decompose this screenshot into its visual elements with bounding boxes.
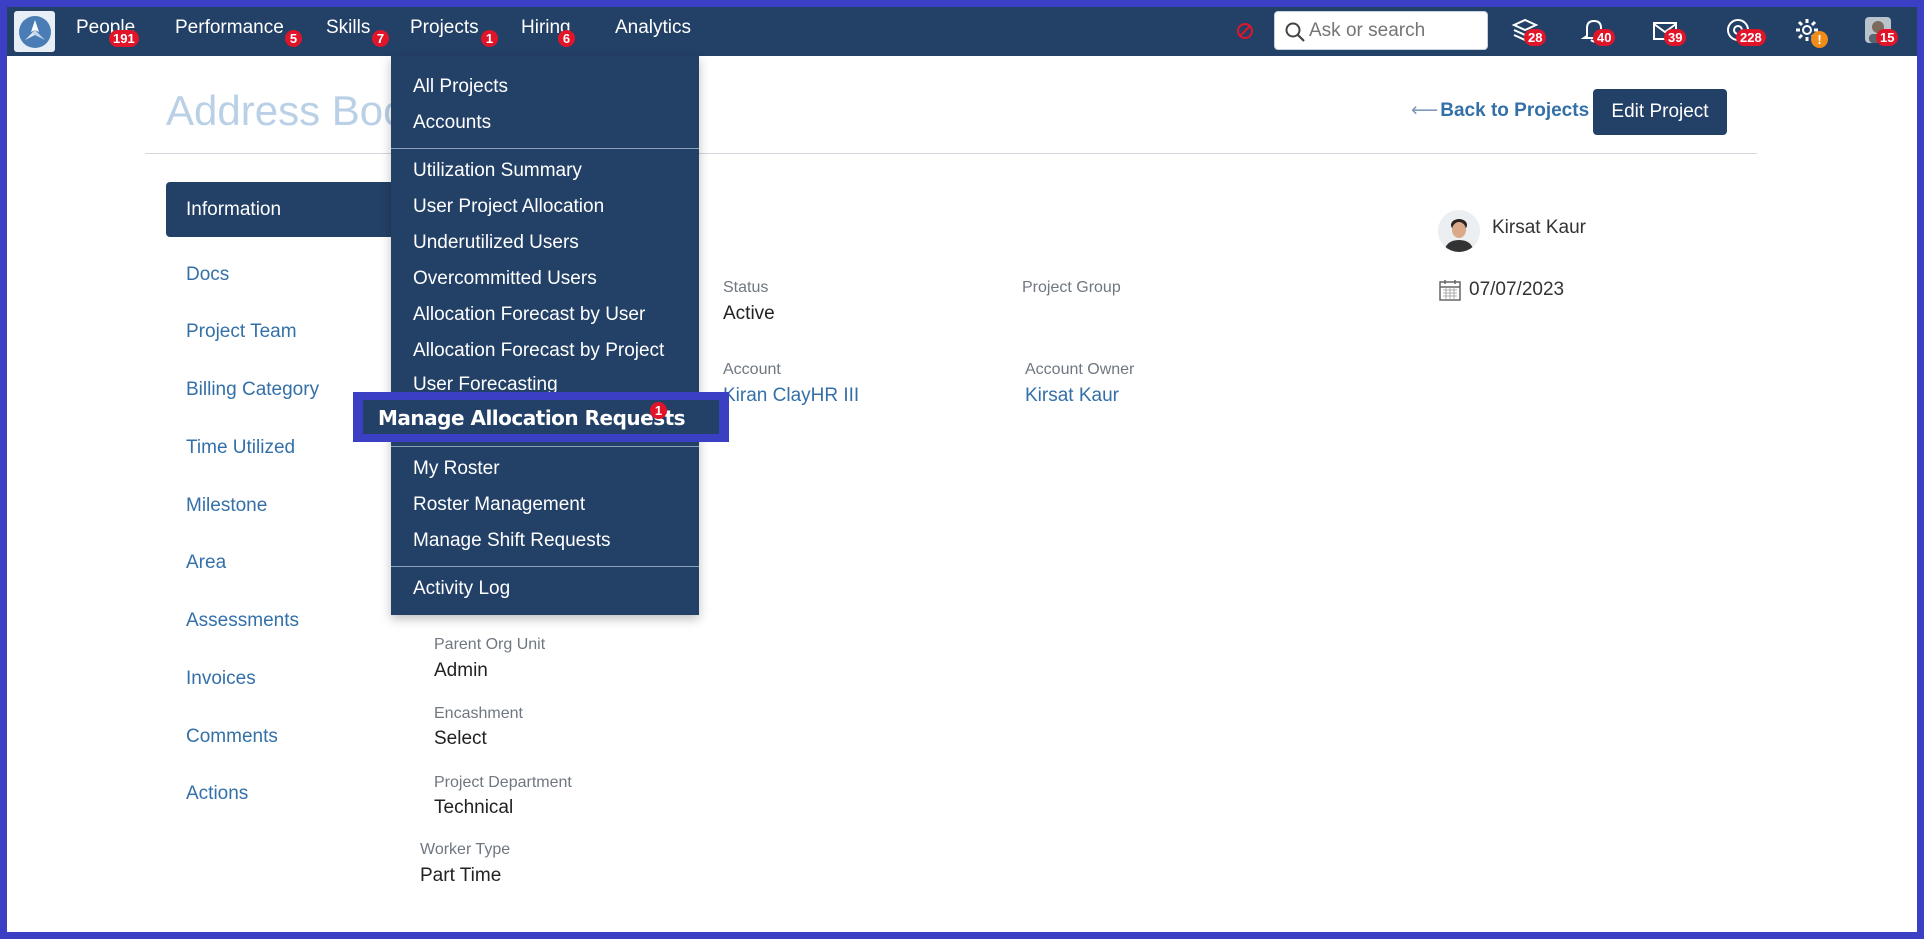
support-badge: 228: [1736, 29, 1766, 46]
menu-item-my-roster[interactable]: My Roster: [413, 458, 500, 480]
sidebar-item-docs[interactable]: Docs: [186, 264, 229, 286]
avatar-badge: 15: [1876, 29, 1899, 46]
nav-hiring-badge: 6: [558, 30, 575, 47]
menu-item-manage-shift-requests[interactable]: Manage Shift Requests: [413, 530, 611, 552]
owner-name: Kirsat Kaur: [1492, 217, 1586, 238]
menu-divider: [391, 446, 699, 447]
search-input[interactable]: [1309, 18, 1479, 44]
sidebar-item-project-team[interactable]: Project Team: [186, 321, 297, 343]
owner-avatar: [1438, 210, 1480, 252]
menu-item-overcommitted-users[interactable]: Overcommitted Users: [413, 268, 597, 290]
edit-project-button[interactable]: Edit Project: [1593, 89, 1727, 135]
encashment-label: Encashment: [434, 705, 523, 722]
page-title: Address Book: [166, 87, 428, 134]
nav-skills-label: Skills: [326, 17, 371, 38]
nav-people[interactable]: People 191: [76, 7, 139, 56]
logo-icon: [18, 15, 51, 48]
account-owner-label: Account Owner: [1025, 361, 1135, 378]
nav-analytics-label: Analytics: [615, 17, 692, 38]
settings-warning-badge: !: [1811, 31, 1828, 48]
no-entry-icon[interactable]: [1233, 19, 1257, 43]
manage-allocation-requests-label: Manage Allocation Requests: [378, 406, 686, 430]
sidebar-item-time-utilized[interactable]: Time Utilized: [186, 437, 295, 459]
app-logo[interactable]: [14, 11, 55, 52]
sidebar-item-milestone[interactable]: Milestone: [186, 495, 267, 517]
sidebar-item-actions[interactable]: Actions: [186, 783, 248, 805]
nav-hiring[interactable]: Hiring 6: [521, 7, 575, 56]
account-owner-link[interactable]: Kirsat Kaur: [1025, 385, 1119, 407]
nav-projects-badge: 1: [481, 30, 498, 47]
app-window: People 191 Performance 5 Skills 7 Projec…: [7, 7, 1917, 932]
search-icon: [1285, 22, 1305, 42]
projects-dropdown-menu: All Projects Accounts Utilization Summar…: [391, 56, 699, 615]
status-value: Active: [723, 303, 775, 324]
nav-projects-label: Projects: [410, 17, 479, 38]
menu-item-underutilized-users[interactable]: Underutilized Users: [413, 232, 579, 254]
stack-button[interactable]: 28: [1510, 15, 1547, 46]
back-to-projects-link[interactable]: ⟵ Back to Projects: [1411, 99, 1589, 122]
account-link[interactable]: Kiran ClayHR III: [723, 385, 859, 407]
project-date: 07/07/2023: [1469, 279, 1565, 300]
project-department-label: Project Department: [434, 774, 572, 791]
header-divider: [145, 153, 1757, 154]
settings-button[interactable]: !: [1792, 15, 1828, 48]
nav-projects[interactable]: Projects 1: [410, 7, 498, 56]
notifications-button[interactable]: 40: [1579, 15, 1616, 46]
support-button[interactable]: 228: [1723, 15, 1766, 46]
project-group-label: Project Group: [1022, 279, 1121, 296]
sidebar-item-assessments[interactable]: Assessments: [186, 610, 299, 632]
back-arrow-icon: ⟵: [1411, 100, 1439, 121]
menu-item-roster-management[interactable]: Roster Management: [413, 494, 585, 516]
menu-item-user-project-allocation[interactable]: User Project Allocation: [413, 196, 604, 218]
worker-type-label: Worker Type: [420, 841, 511, 858]
top-navbar: People 191 Performance 5 Skills 7 Projec…: [7, 7, 1917, 56]
back-link-label: Back to Projects: [1440, 100, 1590, 121]
menu-item-all-projects[interactable]: All Projects: [413, 76, 508, 98]
menu-item-activity-log[interactable]: Activity Log: [413, 578, 510, 600]
nav-skills-badge: 7: [372, 30, 389, 47]
parent-org-unit-label: Parent Org Unit: [434, 636, 546, 653]
sidebar-item-invoices[interactable]: Invoices: [186, 668, 256, 690]
status-label: Status: [723, 279, 769, 296]
sidebar-item-information[interactable]: Information: [166, 182, 396, 237]
nav-performance-label: Performance: [175, 17, 284, 38]
nav-performance[interactable]: Performance 5: [175, 7, 302, 56]
nav-analytics[interactable]: Analytics: [615, 7, 691, 56]
menu-item-accounts[interactable]: Accounts: [413, 112, 491, 134]
account-label: Account: [723, 361, 781, 378]
parent-org-unit-value: Admin: [434, 660, 488, 681]
user-avatar-button[interactable]: 15: [1863, 15, 1899, 46]
sidebar-item-area[interactable]: Area: [186, 552, 226, 574]
manage-allocation-requests-badge: 1: [650, 402, 667, 419]
menu-item-allocation-forecast-by-user[interactable]: Allocation Forecast by User: [413, 304, 645, 326]
nav-skills[interactable]: Skills 7: [326, 7, 389, 56]
stack-badge: 28: [1524, 29, 1547, 46]
menu-item-utilization-summary[interactable]: Utilization Summary: [413, 160, 582, 182]
calendar-icon: [1439, 280, 1461, 301]
menu-item-manage-allocation-requests[interactable]: Manage Allocation Requests 1: [363, 400, 719, 434]
sidebar-item-billing-category[interactable]: Billing Category: [186, 379, 319, 401]
person-icon: [1438, 210, 1480, 252]
project-department-value: Technical: [434, 797, 514, 818]
nav-performance-badge: 5: [285, 30, 302, 47]
mail-button[interactable]: 39: [1650, 15, 1687, 46]
notifications-badge: 40: [1593, 29, 1616, 46]
mail-badge: 39: [1664, 29, 1687, 46]
highlighted-menu-item-frame: Manage Allocation Requests 1: [353, 392, 729, 442]
nav-people-badge: 191: [109, 30, 139, 47]
sidebar-item-comments[interactable]: Comments: [186, 726, 278, 748]
menu-divider: [391, 148, 699, 149]
encashment-value: Select: [434, 728, 487, 749]
menu-divider: [391, 566, 699, 567]
search-box[interactable]: [1274, 11, 1488, 50]
menu-item-allocation-forecast-by-project[interactable]: Allocation Forecast by Project: [413, 340, 664, 362]
worker-type-value: Part Time: [420, 865, 502, 886]
